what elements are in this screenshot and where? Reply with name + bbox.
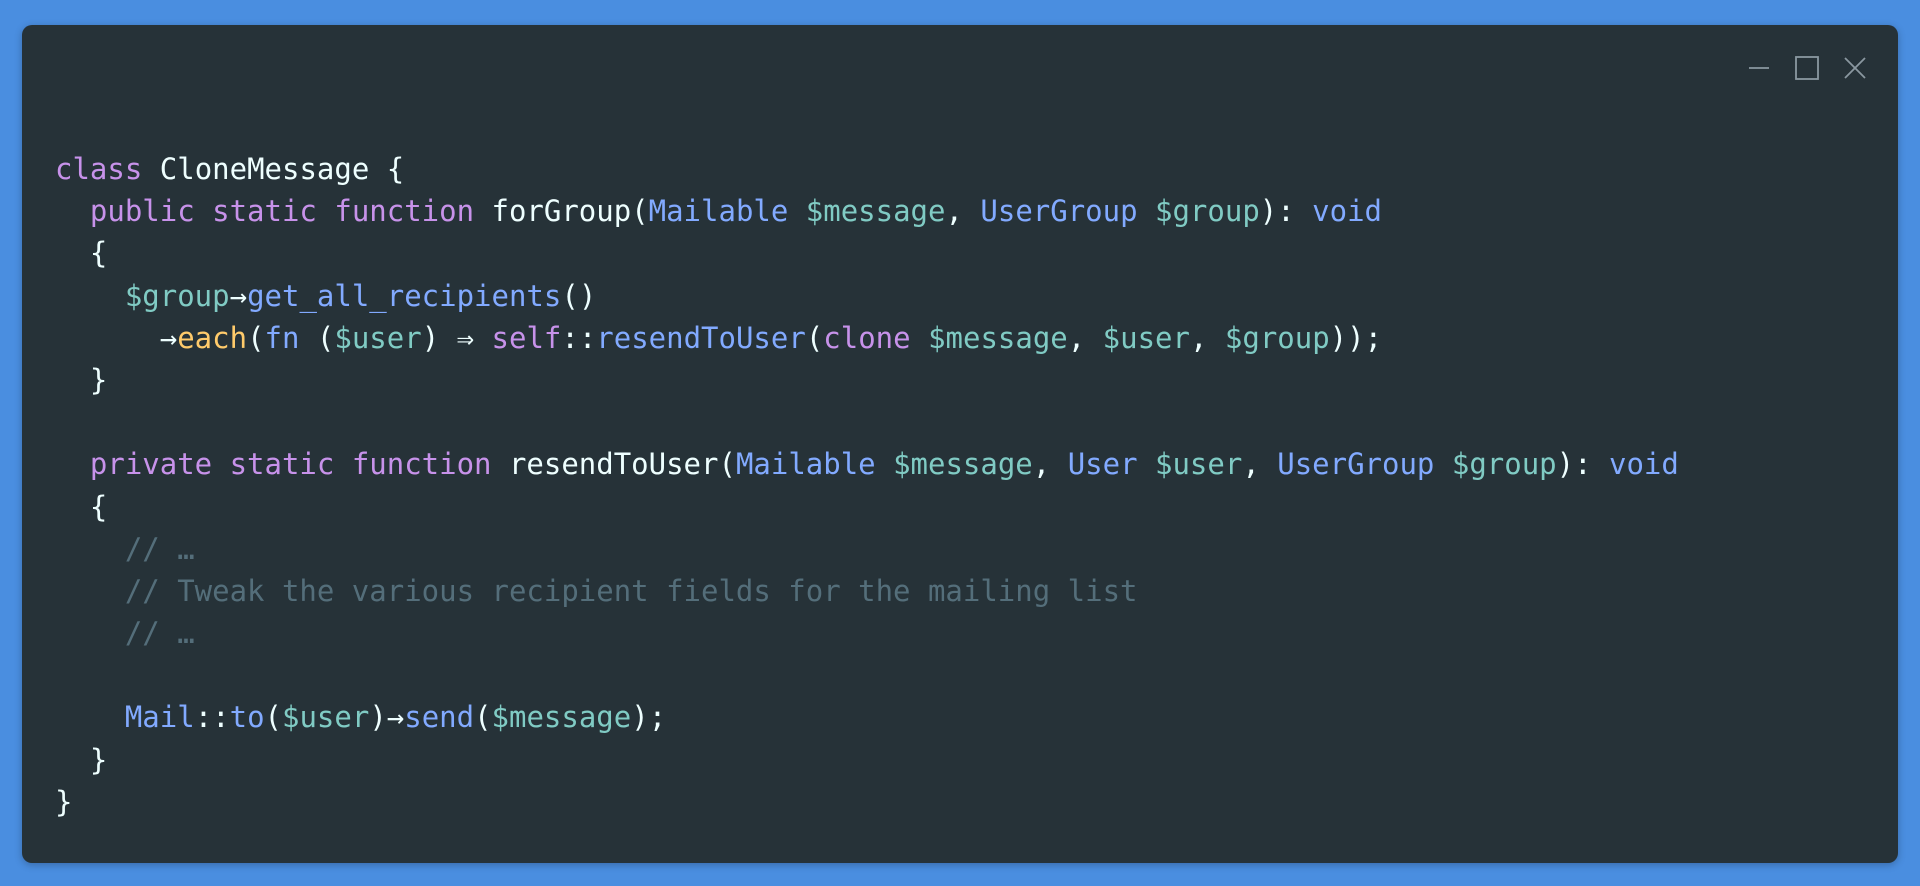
code-token: { [55,489,108,524]
code-token: { [55,236,108,271]
code-token: // Tweak the various recipient fields fo… [55,573,1138,608]
code-token: $user [1155,447,1243,482]
code-line: class CloneMessage { [55,148,1679,190]
code-token: ); [631,700,667,735]
window-controls [1746,55,1868,81]
code-line: public static function forGroup(Mailable… [55,190,1679,232]
code-token: $group [1155,194,1260,229]
code-token: to [229,700,265,735]
code-token: $message [928,320,1068,355]
code-line: // … [55,528,1679,570]
code-token: , [1242,447,1278,482]
code-token: $user [334,320,422,355]
code-line: } [55,359,1679,401]
code-token: ( [474,700,492,735]
code-token: each [177,320,248,355]
code-token: ( [264,700,282,735]
close-icon[interactable] [1842,55,1868,81]
code-token: $group [1224,320,1330,355]
code-line: // … [55,612,1679,654]
code-token: UserGroup [1277,447,1435,482]
code-line: Mail::to($user)→send($message); [55,696,1679,738]
code-token: void [1312,194,1383,229]
code-token: ) ⇒ [421,320,492,355]
code-token: $group [124,278,230,313]
code-token: , [945,194,981,229]
code-token: send [404,700,475,735]
code-token: )→ [369,700,405,735]
code-token: resendToUser [596,320,806,355]
code-token: } [55,784,73,819]
code-token: ( [805,320,824,355]
code-token: , [1032,447,1068,482]
code-line: ​ [55,654,1679,696]
code-token: $user [282,700,370,735]
code-token: $message [805,194,946,229]
code-token: Mail [124,700,195,735]
code-token: $user [1102,320,1190,355]
code-token: forGroup( [474,194,649,229]
maximize-icon[interactable] [1794,55,1820,81]
code-token: Mailable [735,447,876,482]
code-token: get_all_recipients [247,278,562,313]
code-token: ( [299,320,335,355]
code-token: $message [491,700,632,735]
code-line: } [55,781,1679,823]
code-token: $message [893,447,1033,482]
code-token: private static function [89,447,492,482]
code-token: $group [1451,447,1557,482]
code-token: UserGroup [980,194,1138,229]
code-line: private static function resendToUser(Mai… [55,443,1679,485]
code-line: ​ [55,401,1679,443]
code-token: User [1067,447,1138,482]
code-token: () [561,278,597,313]
code-token: } [55,742,108,777]
code-line: $group→get_all_recipients() [55,275,1679,317]
code-token: resendToUser( [491,447,736,482]
code-block: class CloneMessage { public static funct… [55,148,1679,823]
code-token: // … [55,616,195,651]
code-token: ): [1556,447,1610,482]
code-token: class [55,152,143,186]
code-token: , [1189,320,1225,355]
code-token: void [1609,447,1679,482]
code-token: → [229,278,248,313]
code-token: :: [561,320,597,355]
code-token: } [55,362,108,397]
code-token: ): [1259,194,1313,229]
code-token: )); [1329,320,1383,355]
code-token: , [1067,320,1103,355]
code-token: public static function [89,194,475,229]
minimize-icon[interactable] [1746,55,1772,81]
code-token: fn [264,320,300,355]
code-token: Mailable [648,194,789,229]
code-token: CloneMessage { [142,152,405,186]
code-token: → [55,320,178,355]
code-line: { [55,486,1679,528]
code-window: class CloneMessage { public static funct… [22,25,1898,863]
code-token: :: [194,700,230,735]
code-token: // … [55,531,195,566]
code-line: } [55,739,1679,781]
code-token: clone [823,320,911,355]
code-line: // Tweak the various recipient fields fo… [55,570,1679,612]
code-line: →each(fn ($user) ⇒ self::resendToUser(cl… [55,317,1679,359]
code-token: self [491,320,562,355]
code-token: ( [247,320,265,355]
code-line: { [55,232,1679,274]
